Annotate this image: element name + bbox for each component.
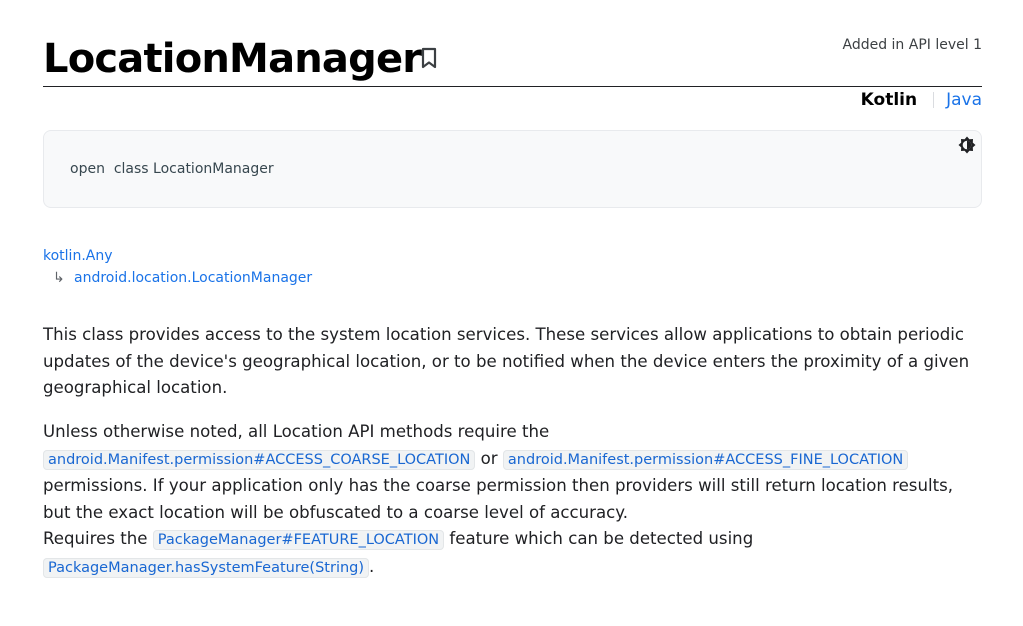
or-text: or — [480, 448, 498, 468]
language-switch: Kotlin Java — [861, 89, 982, 111]
bookmark-icon[interactable] — [419, 47, 439, 69]
feature-detect-text: feature which can be detected using — [449, 529, 754, 548]
page-title: LocationManager — [43, 36, 422, 82]
child-class-link[interactable]: android.location.LocationManager — [74, 267, 312, 289]
inheritance-hierarchy: kotlin.Any ↳ android.location.LocationMa… — [43, 245, 312, 289]
parent-class-link[interactable]: kotlin.Any — [43, 248, 113, 264]
permissions-detail-text: permissions. If your application only ha… — [43, 476, 953, 522]
tab-kotlin[interactable]: Kotlin — [861, 89, 917, 111]
fine-location-permission-link[interactable]: android.Manifest.permission#ACCESS_FINE_… — [502, 449, 909, 470]
requires-text: Requires the — [43, 529, 148, 548]
class-signature-block: open class LocationManager — [43, 130, 982, 208]
tab-java[interactable]: Java — [946, 89, 982, 111]
feature-location-link[interactable]: PackageManager#FEATURE_LOCATION — [152, 530, 445, 550]
title-row: LocationManager Added in API level 1 — [43, 0, 982, 87]
class-signature: open class LocationManager — [70, 161, 274, 177]
period-text: . — [369, 556, 375, 576]
has-system-feature-link[interactable]: PackageManager.hasSystemFeature(String) — [43, 557, 370, 578]
api-level-label: Added in API level 1 — [842, 37, 982, 53]
inheritance-arrow-icon: ↳ — [53, 270, 65, 286]
doc-page: LocationManager Added in API level 1 Kot… — [43, 0, 982, 578]
coarse-location-permission-link[interactable]: android.Manifest.permission#ACCESS_COARS… — [43, 449, 476, 470]
brightness-icon[interactable] — [957, 135, 977, 155]
description-paragraph-2: Unless otherwise noted, all Location API… — [43, 419, 982, 581]
tab-divider — [933, 92, 935, 108]
description-paragraph-1: This class provides access to the system… — [43, 325, 970, 397]
permissions-intro-text: Unless otherwise noted, all Location API… — [43, 422, 550, 441]
